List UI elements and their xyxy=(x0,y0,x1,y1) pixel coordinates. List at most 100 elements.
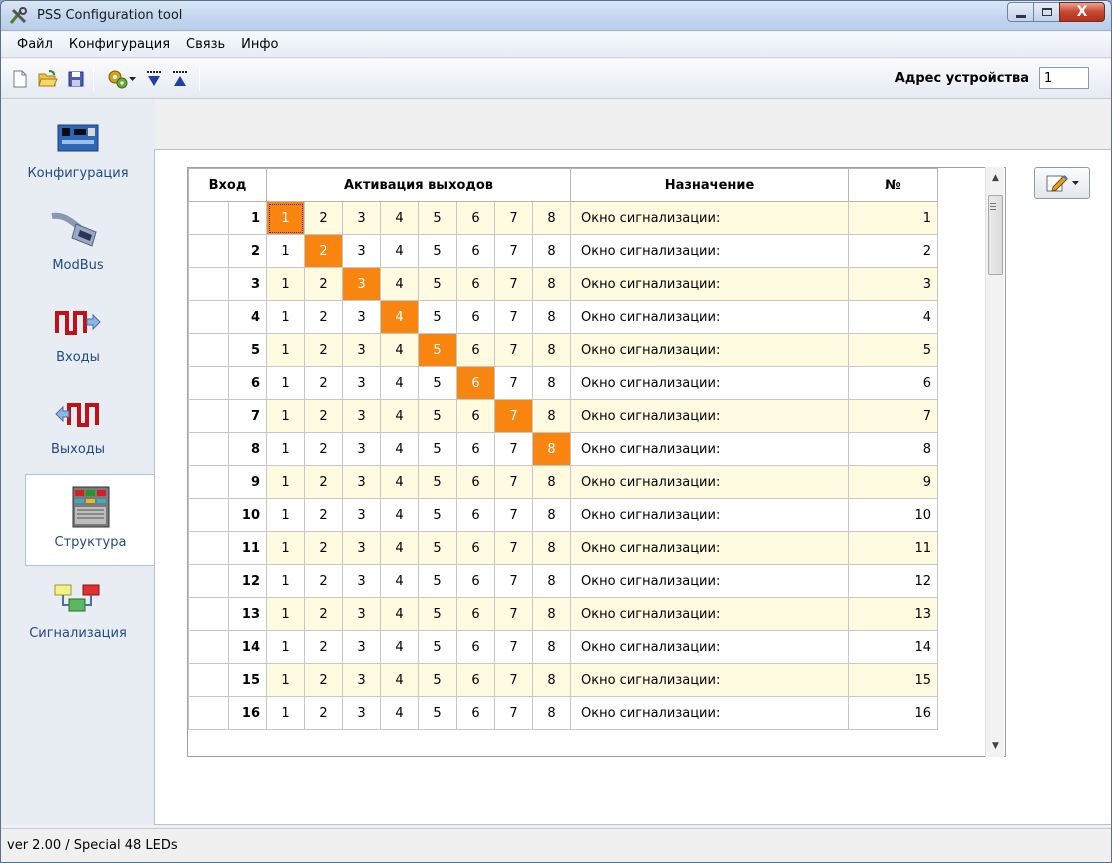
output-cell[interactable]: 5 xyxy=(418,663,457,697)
assignment-cell[interactable]: Окно сигнализации: xyxy=(570,531,849,565)
output-cell[interactable]: 2 xyxy=(304,333,343,367)
menu-info[interactable]: Инфо xyxy=(233,37,286,52)
assignment-cell[interactable]: Окно сигнализации: xyxy=(570,333,849,367)
output-cell[interactable]: 1 xyxy=(266,201,305,235)
number-cell[interactable]: 12 xyxy=(848,564,938,598)
output-cell[interactable]: 7 xyxy=(494,564,533,598)
number-cell[interactable]: 16 xyxy=(848,696,938,730)
nav-item-signaling[interactable]: Сигнализация xyxy=(1,566,155,658)
output-cell[interactable]: 1 xyxy=(266,597,305,631)
output-cell[interactable]: 7 xyxy=(494,201,533,235)
row-indicator[interactable] xyxy=(188,432,229,466)
output-cell[interactable]: 6 xyxy=(456,201,495,235)
input-cell[interactable]: 9 xyxy=(228,465,267,499)
output-cell[interactable]: 8 xyxy=(532,201,571,235)
row-indicator[interactable] xyxy=(188,564,229,598)
output-cell[interactable]: 8 xyxy=(532,564,571,598)
output-cell[interactable]: 2 xyxy=(304,366,343,400)
output-cell[interactable]: 4 xyxy=(380,597,419,631)
output-cell[interactable]: 1 xyxy=(266,234,305,268)
output-cell[interactable]: 3 xyxy=(342,465,381,499)
grid-scrollbar[interactable]: ▲ ▼ xyxy=(985,167,1004,757)
upload-button[interactable] xyxy=(169,68,191,90)
input-cell[interactable]: 3 xyxy=(228,267,267,301)
output-cell[interactable]: 4 xyxy=(380,531,419,565)
input-cell[interactable]: 1 xyxy=(228,201,267,235)
number-cell[interactable]: 11 xyxy=(848,531,938,565)
output-cell[interactable]: 3 xyxy=(342,201,381,235)
output-cell[interactable]: 6 xyxy=(456,465,495,499)
assignment-cell[interactable]: Окно сигнализации: xyxy=(570,234,849,268)
output-cell[interactable]: 8 xyxy=(532,597,571,631)
output-cell[interactable]: 1 xyxy=(266,630,305,664)
nav-item-modbus[interactable]: ModBus xyxy=(1,198,155,290)
edit-dropdown-button[interactable] xyxy=(1034,167,1090,199)
assignment-cell[interactable]: Окно сигнализации: xyxy=(570,267,849,301)
number-cell[interactable]: 10 xyxy=(848,498,938,532)
output-cell[interactable]: 8 xyxy=(532,333,571,367)
output-cell[interactable]: 2 xyxy=(304,267,343,301)
output-cell[interactable]: 2 xyxy=(304,201,343,235)
output-cell[interactable]: 7 xyxy=(494,234,533,268)
scroll-up-icon[interactable]: ▲ xyxy=(986,169,1005,187)
menu-file[interactable]: Файл xyxy=(9,37,61,52)
output-cell[interactable]: 4 xyxy=(380,498,419,532)
output-cell[interactable]: 5 xyxy=(418,201,457,235)
assignment-cell[interactable]: Окно сигнализации: xyxy=(570,564,849,598)
output-cell[interactable]: 8 xyxy=(532,696,571,730)
row-indicator[interactable] xyxy=(188,630,229,664)
output-cell[interactable]: 4 xyxy=(380,630,419,664)
output-cell[interactable]: 8 xyxy=(532,498,571,532)
output-cell[interactable]: 3 xyxy=(342,564,381,598)
output-cell[interactable]: 6 xyxy=(456,630,495,664)
output-cell[interactable]: 7 xyxy=(494,465,533,499)
output-cell[interactable]: 5 xyxy=(418,300,457,334)
output-cell[interactable]: 2 xyxy=(304,465,343,499)
output-cell[interactable]: 5 xyxy=(418,432,457,466)
output-cell[interactable]: 4 xyxy=(380,696,419,730)
output-cell[interactable]: 7 xyxy=(494,267,533,301)
output-cell[interactable]: 3 xyxy=(342,531,381,565)
output-cell[interactable]: 4 xyxy=(380,333,419,367)
output-cell[interactable]: 7 xyxy=(494,630,533,664)
output-cell[interactable]: 2 xyxy=(304,498,343,532)
output-cell[interactable]: 8 xyxy=(532,432,571,466)
output-cell[interactable]: 2 xyxy=(304,696,343,730)
output-cell[interactable]: 4 xyxy=(380,201,419,235)
output-cell[interactable]: 3 xyxy=(342,630,381,664)
input-cell[interactable]: 15 xyxy=(228,663,267,697)
row-indicator[interactable] xyxy=(188,267,229,301)
input-cell[interactable]: 2 xyxy=(228,234,267,268)
output-cell[interactable]: 1 xyxy=(266,267,305,301)
output-cell[interactable]: 7 xyxy=(494,300,533,334)
output-cell[interactable]: 2 xyxy=(304,300,343,334)
output-cell[interactable]: 1 xyxy=(266,366,305,400)
output-cell[interactable]: 6 xyxy=(456,267,495,301)
number-cell[interactable]: 14 xyxy=(848,630,938,664)
output-cell[interactable]: 1 xyxy=(266,300,305,334)
number-cell[interactable]: 2 xyxy=(848,234,938,268)
number-cell[interactable]: 7 xyxy=(848,399,938,433)
number-cell[interactable]: 6 xyxy=(848,366,938,400)
output-cell[interactable]: 5 xyxy=(418,696,457,730)
close-button[interactable]: X xyxy=(1059,2,1105,22)
output-cell[interactable]: 3 xyxy=(342,333,381,367)
menu-connection[interactable]: Связь xyxy=(178,37,233,52)
assignment-cell[interactable]: Окно сигнализации: xyxy=(570,432,849,466)
output-cell[interactable]: 5 xyxy=(418,630,457,664)
output-cell[interactable]: 1 xyxy=(266,399,305,433)
header-number[interactable]: № xyxy=(848,168,938,202)
header-input[interactable]: Вход xyxy=(188,168,267,202)
row-indicator[interactable] xyxy=(188,234,229,268)
output-cell[interactable]: 6 xyxy=(456,498,495,532)
output-cell[interactable]: 3 xyxy=(342,300,381,334)
input-cell[interactable]: 4 xyxy=(228,300,267,334)
output-cell[interactable]: 6 xyxy=(456,597,495,631)
row-indicator[interactable] xyxy=(188,399,229,433)
output-cell[interactable]: 8 xyxy=(532,399,571,433)
device-address-input[interactable] xyxy=(1039,67,1089,89)
output-cell[interactable]: 4 xyxy=(380,564,419,598)
row-indicator[interactable] xyxy=(188,597,229,631)
input-cell[interactable]: 5 xyxy=(228,333,267,367)
output-cell[interactable]: 1 xyxy=(266,465,305,499)
